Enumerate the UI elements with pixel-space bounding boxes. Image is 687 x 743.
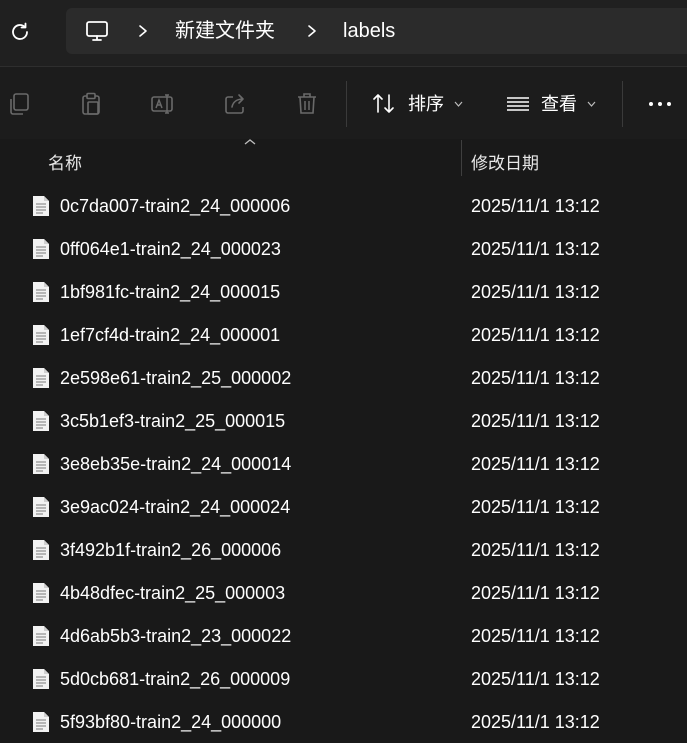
file-name: 4d6ab5b3-train2_23_000022: [60, 626, 292, 646]
file-name: 3f492b1f-train2_26_000006: [60, 540, 282, 560]
file-date: 2025/11/1 13:12: [471, 368, 600, 388]
column-modified[interactable]: 修改日期: [471, 149, 539, 174]
text-file-icon: [33, 282, 49, 302]
list-item[interactable]: 5f93bf80-train2_24_000000 2025/11/1 13:1…: [0, 700, 687, 743]
chevron-down-icon[interactable]: [587, 101, 596, 107]
text-file-icon: [33, 411, 49, 431]
delete-icon[interactable]: [294, 91, 320, 117]
file-name: 5d0cb681-train2_26_000009: [60, 669, 291, 689]
list-item[interactable]: 1bf981fc-train2_24_000015 2025/11/1 13:1…: [0, 270, 687, 313]
copy-icon[interactable]: [6, 91, 32, 117]
file-name: 3e9ac024-train2_24_000024: [60, 497, 291, 517]
file-date: 2025/11/1 13:12: [471, 540, 600, 560]
address-bar-row: 新建文件夹 labels: [0, 0, 687, 66]
text-file-icon: [33, 454, 49, 474]
list-item[interactable]: 4d6ab5b3-train2_23_000022 2025/11/1 13:1…: [0, 614, 687, 657]
more-options-icon[interactable]: [647, 91, 673, 117]
file-name: 3c5b1ef3-train2_25_000015: [60, 411, 286, 431]
list-item[interactable]: 4b48dfec-train2_25_000003 2025/11/1 13:1…: [0, 571, 687, 614]
file-name: 2e598e61-train2_25_000002: [60, 368, 292, 388]
sort-icon[interactable]: [371, 91, 397, 117]
file-name: 1bf981fc-train2_24_000015: [60, 282, 281, 302]
share-icon[interactable]: [222, 91, 248, 117]
file-date: 2025/11/1 13:12: [471, 454, 600, 474]
file-date: 2025/11/1 13:12: [471, 325, 600, 345]
text-file-icon: [33, 196, 49, 216]
file-date: 2025/11/1 13:12: [471, 626, 600, 646]
file-date: 2025/11/1 13:12: [471, 411, 600, 431]
file-name: 4b48dfec-train2_25_000003: [60, 583, 286, 603]
list-item[interactable]: 1ef7cf4d-train2_24_000001 2025/11/1 13:1…: [0, 313, 687, 356]
toolbar-divider: [346, 81, 347, 127]
sort-button[interactable]: 排序: [408, 93, 444, 115]
text-file-icon: [33, 540, 49, 560]
rename-icon[interactable]: [150, 91, 176, 117]
view-icon[interactable]: [505, 91, 531, 117]
breadcrumb[interactable]: 新建文件夹 labels: [66, 8, 687, 54]
view-button[interactable]: 查看: [541, 93, 577, 115]
list-item[interactable]: 2e598e61-train2_25_000002 2025/11/1 13:1…: [0, 356, 687, 399]
paste-icon[interactable]: [78, 91, 104, 117]
column-divider[interactable]: [461, 140, 462, 176]
text-file-icon: [33, 583, 49, 603]
file-date: 2025/11/1 13:12: [471, 583, 600, 603]
list-item[interactable]: 0ff064e1-train2_24_000023 2025/11/1 13:1…: [0, 227, 687, 270]
command-bar: 排序 查看: [0, 66, 687, 139]
file-date: 2025/11/1 13:12: [471, 196, 600, 216]
text-file-icon: [33, 712, 49, 732]
file-name: 0ff064e1-train2_24_000023: [60, 239, 281, 259]
list-item[interactable]: 3c5b1ef3-train2_25_000015 2025/11/1 13:1…: [0, 399, 687, 442]
breadcrumb-item-folder[interactable]: 新建文件夹: [175, 19, 275, 43]
text-file-icon: [33, 497, 49, 517]
chevron-down-icon[interactable]: [454, 101, 463, 107]
text-file-icon: [33, 669, 49, 689]
chevron-right-icon[interactable]: [136, 23, 150, 39]
breadcrumb-item-current[interactable]: labels: [343, 19, 395, 43]
file-date: 2025/11/1 13:12: [471, 669, 600, 689]
column-header: 名称 修改日期: [0, 138, 687, 180]
file-name: 3e8eb35e-train2_24_000014: [60, 454, 292, 474]
toolbar-divider: [622, 81, 623, 127]
list-item[interactable]: 0c7da007-train2_24_000006 2025/11/1 13:1…: [0, 184, 687, 227]
file-name: 5f93bf80-train2_24_000000: [60, 712, 282, 732]
column-name[interactable]: 名称: [48, 149, 82, 174]
this-pc-icon[interactable]: [84, 18, 110, 44]
refresh-icon[interactable]: [8, 20, 32, 44]
file-name: 1ef7cf4d-train2_24_000001: [60, 325, 281, 345]
list-item[interactable]: 3f492b1f-train2_26_000006 2025/11/1 13:1…: [0, 528, 687, 571]
text-file-icon: [33, 368, 49, 388]
list-item[interactable]: 3e9ac024-train2_24_000024 2025/11/1 13:1…: [0, 485, 687, 528]
file-date: 2025/11/1 13:12: [471, 712, 600, 732]
file-date: 2025/11/1 13:12: [471, 239, 600, 259]
text-file-icon: [33, 239, 49, 259]
text-file-icon: [33, 325, 49, 345]
file-list: 0c7da007-train2_24_000006 2025/11/1 13:1…: [0, 184, 687, 743]
file-date: 2025/11/1 13:12: [471, 282, 600, 302]
file-date: 2025/11/1 13:12: [471, 497, 600, 517]
text-file-icon: [33, 626, 49, 646]
sort-ascending-icon: [244, 139, 256, 145]
file-name: 0c7da007-train2_24_000006: [60, 196, 291, 216]
list-item[interactable]: 5d0cb681-train2_26_000009 2025/11/1 13:1…: [0, 657, 687, 700]
chevron-right-icon[interactable]: [305, 23, 319, 39]
list-item[interactable]: 3e8eb35e-train2_24_000014 2025/11/1 13:1…: [0, 442, 687, 485]
